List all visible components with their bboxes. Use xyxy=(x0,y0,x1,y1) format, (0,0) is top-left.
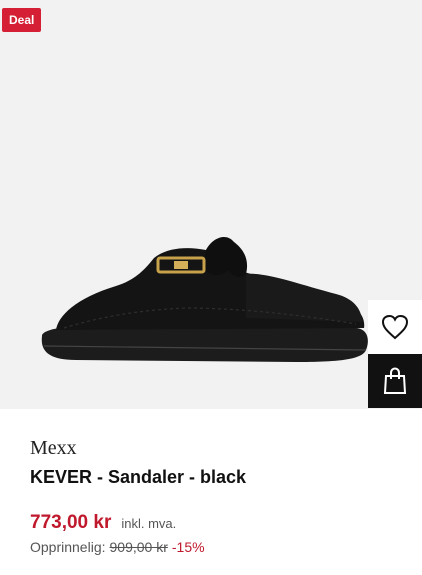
product-image-area[interactable]: Deal xyxy=(0,0,422,409)
current-price: 773,00 kr xyxy=(30,512,112,533)
heart-icon xyxy=(381,314,409,340)
discount-percent: -15% xyxy=(171,539,205,555)
shopping-bag-icon xyxy=(383,367,407,394)
product-card[interactable]: Deal Mexx KEVER - Sandaler - black 773,0… xyxy=(0,0,422,575)
product-image xyxy=(41,236,368,362)
original-price: 909,00 kr xyxy=(109,539,168,555)
price-row: 773,00 kr inkl. mva. xyxy=(30,512,176,534)
deal-badge: Deal xyxy=(2,8,42,32)
product-name[interactable]: KEVER - Sandaler - black xyxy=(30,467,246,488)
add-to-cart-button[interactable] xyxy=(368,354,422,408)
original-price-row: Opprinnelig: 909,00 kr -15% xyxy=(30,539,205,555)
original-price-label: Opprinnelig: xyxy=(30,539,106,555)
vat-note: inkl. mva. xyxy=(121,516,177,531)
wishlist-button[interactable] xyxy=(368,300,422,354)
product-brand[interactable]: Mexx xyxy=(30,437,77,460)
product-info: Mexx KEVER - Sandaler - black 773,00 kr … xyxy=(0,409,422,575)
